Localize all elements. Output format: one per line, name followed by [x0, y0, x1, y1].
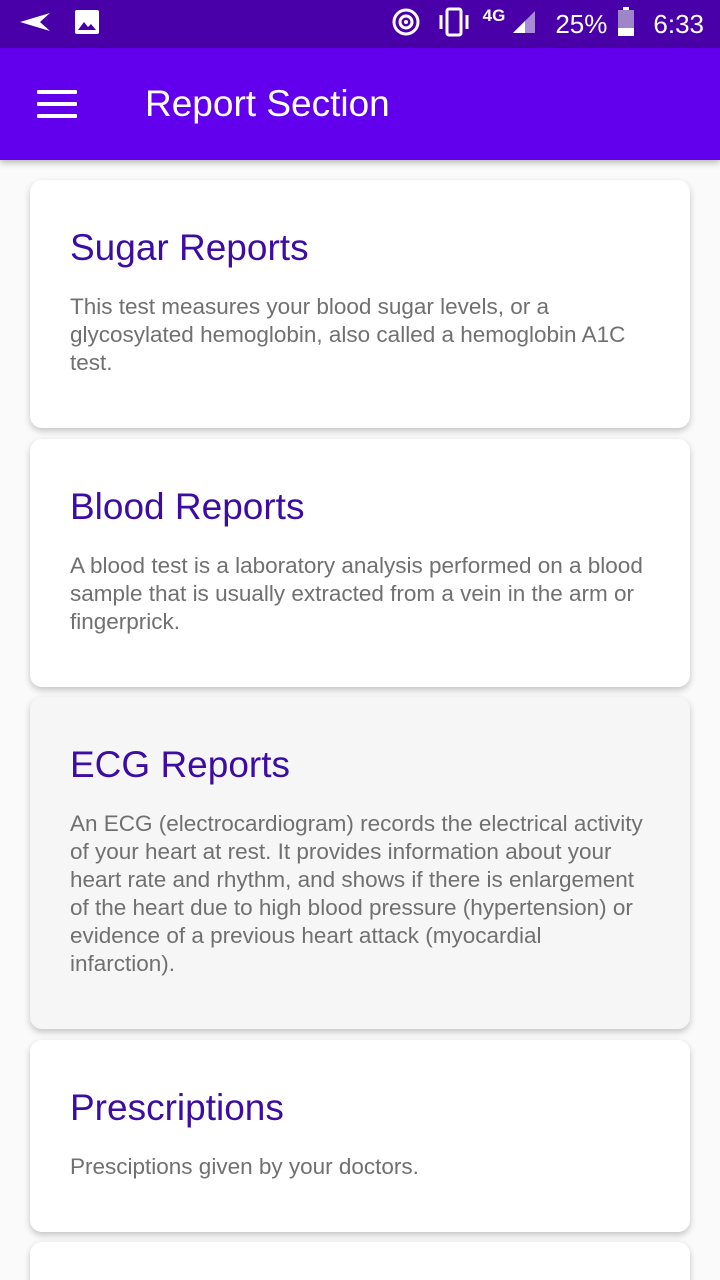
report-list[interactable]: Sugar Reports This test measures your bl… — [0, 160, 720, 1280]
signal-icon — [511, 9, 537, 40]
card-title: ECG Reports — [70, 744, 291, 785]
clock: 6:33 — [653, 8, 704, 39]
menu-icon[interactable] — [37, 90, 77, 118]
card-ecg-reports[interactable]: ECG Reports An ECG (electrocardiogram) r… — [30, 697, 690, 1029]
card-next[interactable] — [30, 1242, 690, 1280]
card-description: Presciptions given by your doctors. — [70, 1154, 419, 1179]
card-prescriptions[interactable]: Prescriptions Presciptions given by your… — [30, 1040, 690, 1232]
vibrate-icon — [437, 7, 471, 42]
card-sugar-reports[interactable]: Sugar Reports This test measures your bl… — [30, 180, 690, 428]
page-title: Report Section — [145, 83, 390, 124]
app-bar: Report Section — [0, 48, 720, 160]
card-description: An ECG (electrocardiogram) records the e… — [70, 811, 643, 976]
network-type-label: 4G — [482, 6, 506, 25]
battery-percent: 25% — [555, 8, 608, 39]
card-description: A blood test is a laboratory analysis pe… — [70, 553, 643, 634]
status-bar: 4G 25% 6:33 — [0, 0, 720, 48]
card-blood-reports[interactable]: Blood Reports A blood test is a laborato… — [30, 439, 690, 687]
card-title: Sugar Reports — [70, 227, 309, 268]
battery-icon — [617, 6, 635, 42]
card-title: Blood Reports — [70, 486, 305, 527]
hotspot-icon — [391, 7, 421, 42]
image-icon — [74, 9, 100, 40]
send-icon — [18, 11, 52, 38]
card-description: This test measures your blood sugar leve… — [70, 294, 626, 375]
card-title: Prescriptions — [70, 1087, 284, 1128]
